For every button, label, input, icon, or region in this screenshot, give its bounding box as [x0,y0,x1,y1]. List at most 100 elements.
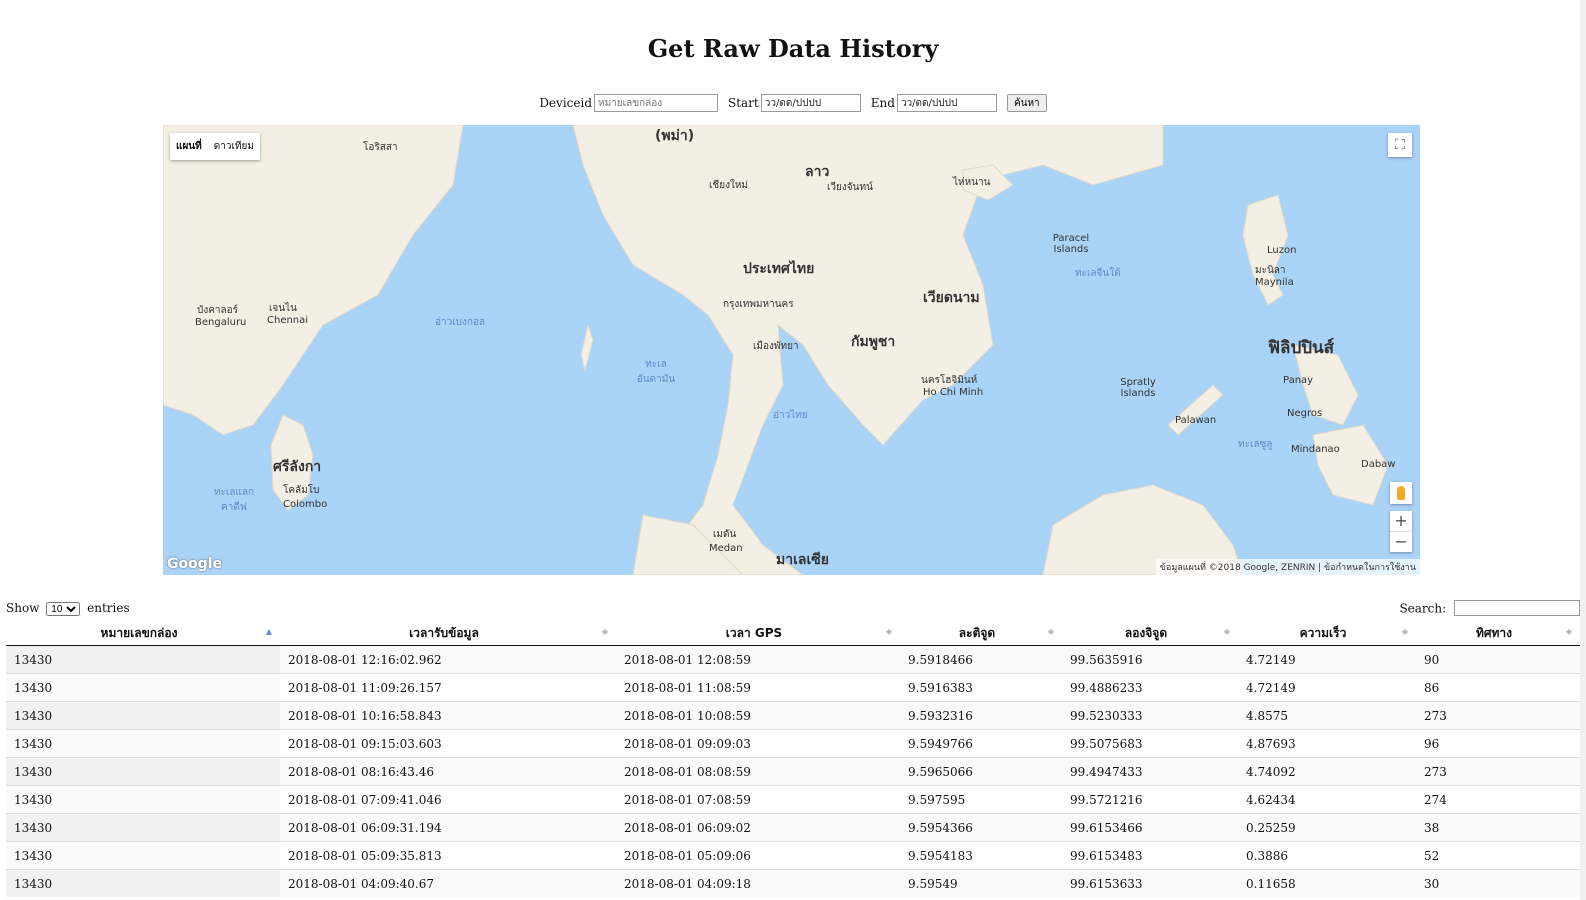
column-header-label: เวลา GPS [725,625,783,640]
search-label: Search: [1399,601,1447,616]
map-type-control: แผนที่ ดาวเทียม [170,133,260,160]
column-header-received-time[interactable]: เวลารับข้อมูล ◆ [280,621,616,646]
cell-latitude: 9.5954366 [900,813,1062,842]
cell-gps-time: 2018-08-01 08:08:59 [616,757,900,786]
cell-gps-time: 2018-08-01 12:08:59 [616,645,900,674]
map-label-chiangmai: เชียงใหม่ [709,180,749,191]
column-header-longitude[interactable]: ลองจิจูด ◆ [1062,621,1238,646]
page-scrollbar[interactable] [1580,0,1586,900]
map-label-manila: มะนิลา [1255,265,1286,276]
zoom-in-button[interactable]: + [1390,511,1412,531]
cell-direction: 273 [1416,757,1580,786]
show-label: Show [6,600,40,615]
map-label-bay-of-bengal: อ่าวเบงกอล [435,317,486,328]
cell-deviceid: 13430 [6,645,280,674]
column-header-deviceid[interactable]: หมายเลขกล่อง ▲ [6,621,280,646]
cell-longitude: 99.6153483 [1062,841,1238,870]
cell-speed: 0.3886 [1238,841,1416,870]
table-controls: Show 10 entries Search: [6,600,1580,616]
cell-gps-time: 2018-08-01 06:09:02 [616,813,900,842]
cell-latitude: 9.5918466 [900,645,1062,674]
sort-asc-icon: ▲ [265,627,272,636]
page-length-control: Show 10 entries [6,601,130,616]
map-label-sulu-sea: ทะเลซูลู [1238,439,1273,450]
cell-gps-time: 2018-08-01 10:08:59 [616,701,900,730]
map-label-palawan: Palawan [1175,415,1217,426]
cell-longitude: 99.5635916 [1062,645,1238,674]
fullscreen-icon[interactable]: ⛶ [1388,133,1412,157]
cell-deviceid: 13430 [6,701,280,730]
cell-deviceid: 13430 [6,813,280,842]
table-row: 13430 2018-08-01 11:09:26.157 2018-08-01… [6,673,1580,702]
cell-received-time: 2018-08-01 06:09:31.194 [280,813,616,842]
map-label-negros: Negros [1287,408,1323,419]
map-type-map-button[interactable]: แผนที่ [170,133,208,160]
cell-received-time: 2018-08-01 11:09:26.157 [280,673,616,702]
cell-longitude: 99.4947433 [1062,757,1238,786]
map-label-luzon: Luzon [1267,245,1297,256]
cell-received-time: 2018-08-01 12:16:02.962 [280,645,616,674]
map-type-satellite-button[interactable]: ดาวเทียม [208,133,260,160]
cell-gps-time: 2018-08-01 04:09:18 [616,869,900,897]
map-label-srilanka: ศรีลังกา [273,459,322,475]
column-header-label: ทิศทาง [1475,625,1513,640]
raw-data-table: หมายเลขกล่อง ▲ เวลารับข้อมูล ◆ เวลา GPS ◆ ล… [6,621,1580,897]
cell-longitude: 99.5075683 [1062,729,1238,758]
cell-gps-time: 2018-08-01 05:09:06 [616,841,900,870]
pegman-icon[interactable] [1390,482,1412,504]
start-date-input[interactable] [760,94,861,112]
page-length-select[interactable]: 10 [46,601,81,616]
end-date-input[interactable] [896,94,997,112]
page-title: Get Raw Data History [647,34,939,63]
column-header-gps-time[interactable]: เวลา GPS ◆ [616,621,900,646]
cell-longitude: 99.5721216 [1062,785,1238,814]
map-label-hcmc-en: Ho Chi Minh [923,387,984,398]
cell-latitude: 9.5949766 [900,729,1062,758]
cell-direction: 52 [1416,841,1580,870]
map-label-bengaluru-en: Bengaluru [195,317,247,328]
google-map[interactable]: (พม่า) ลาว ประเทศไทย เวียดนาม กัมพูชา ฟิ… [163,125,1420,575]
map-label-odisha: โอริสสา [363,142,398,153]
table-row: 13430 2018-08-01 04:09:40.67 2018-08-01 … [6,869,1580,897]
column-header-label: ลองจิจูด [1124,625,1168,640]
cell-direction: 90 [1416,645,1580,674]
cell-longitude: 99.4886233 [1062,673,1238,702]
table-search-input[interactable] [1454,600,1580,616]
table-header-row: หมายเลขกล่อง ▲ เวลารับข้อมูล ◆ เวลา GPS ◆ ล… [6,621,1580,646]
map-label-malaysia: มาเลเซีย [776,552,829,568]
table-search: Search: [1399,600,1580,616]
cell-speed: 0.25259 [1238,813,1416,842]
column-header-direction[interactable]: ทิศทาง ◆ [1416,621,1580,646]
end-label: End [870,96,895,110]
column-header-latitude[interactable]: ละติจูด ◆ [900,621,1062,646]
table-row: 13430 2018-08-01 12:16:02.962 2018-08-01… [6,645,1580,674]
cell-speed: 4.62434 [1238,785,1416,814]
cell-gps-time: 2018-08-01 07:08:59 [616,785,900,814]
sort-icon: ◆ [601,627,608,636]
cell-latitude: 9.59549 [900,869,1062,897]
map-label-colombo: โคลัมโบ [283,485,320,496]
deviceid-input[interactable] [594,94,718,112]
map-label-vientiane: เวียงจันทน์ [827,182,873,193]
search-button[interactable]: ค้นหา [1006,94,1047,112]
map-label-vietnam: เวียดนาม [923,290,980,306]
map-label-medan: เมดัน [713,529,737,540]
table-row: 13430 2018-08-01 06:09:31.194 2018-08-01… [6,813,1580,842]
zoom-out-button[interactable]: − [1390,531,1412,552]
cell-speed: 4.87693 [1238,729,1416,758]
map-label-davao: Dabaw [1361,459,1396,470]
map-label-paracel: Paracel Islands [1052,233,1090,255]
column-header-speed[interactable]: ความเร็ว ◆ [1238,621,1416,646]
sort-icon: ◆ [1401,627,1408,636]
deviceid-label: Deviceid [539,96,592,110]
cell-speed: 0.11658 [1238,869,1416,897]
map-attribution[interactable]: ข้อมูลแผนที่ ©2018 Google, ZENRIN | ข้อก… [1155,559,1420,575]
cell-latitude: 9.597595 [900,785,1062,814]
cell-speed: 4.8575 [1238,701,1416,730]
cell-deviceid: 13430 [6,729,280,758]
cell-latitude: 9.5965066 [900,757,1062,786]
map-label-laos: ลาว [805,164,830,180]
map-label-spratly: Spratly Islands [1120,377,1156,399]
cell-longitude: 99.5230333 [1062,701,1238,730]
map-label-medan-en: Medan [709,543,743,554]
